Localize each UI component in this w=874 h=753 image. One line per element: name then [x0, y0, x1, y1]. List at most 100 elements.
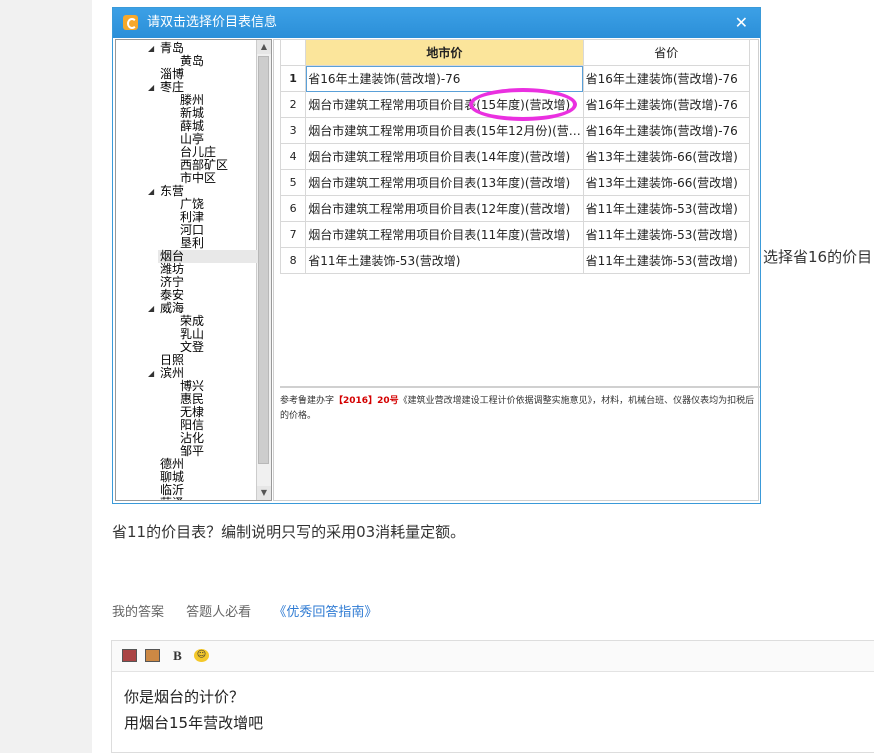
bold-button[interactable]: B	[170, 649, 185, 662]
table-row[interactable]: 5 烟台市建筑工程常用项目价目表(13年度)(营改增) 省13年土建装饰-66(营改…	[279, 169, 751, 196]
scroll-thumb[interactable]	[258, 56, 269, 464]
row-number: 1	[279, 65, 307, 92]
local-price-cell[interactable]: 省11年土建装饰-53(营改增)	[305, 247, 584, 274]
local-price-cell[interactable]: 烟台市建筑工程常用项目价目表(14年度)(营改增)	[305, 143, 584, 170]
tree-item-label: 垦利	[180, 236, 205, 250]
side-question-text: 选择省16的价目	[763, 248, 873, 266]
row-number: 7	[279, 221, 307, 248]
province-price-cell[interactable]: 省16年土建装饰(营改增)-76	[582, 65, 751, 92]
answer-editor[interactable]: B ☺ 你是烟台的计价？ 用烟台15年营改增吧	[111, 640, 874, 753]
answer-nav: 我的答案 答题人必看 《优秀回答指南》	[112, 601, 395, 620]
expand-arrow-icon[interactable]: ◢	[148, 367, 154, 380]
editor-line: 你是烟台的计价？	[124, 688, 245, 706]
header-province-price[interactable]: 省价	[582, 39, 751, 66]
row-number: 4	[279, 143, 307, 170]
answer-guide-link[interactable]: 《优秀回答指南》	[273, 605, 377, 620]
tree-item-label: 沾化	[180, 431, 205, 445]
tree-item-label: 泰安	[160, 288, 185, 302]
tree-item-label: 惠民	[180, 392, 205, 406]
region-tree[interactable]: ▲ ▼ ◢ 青岛 黄岛 淄博 ◢ 枣庄 滕州 新城 薛城 山亭 台儿庄 西部矿区 市中区 ◢ 东营 广饶 利津河…	[115, 39, 272, 501]
row-number: 8	[279, 247, 307, 274]
tree-item-label: 新城	[180, 106, 205, 120]
expand-arrow-icon[interactable]: ◢	[148, 81, 154, 94]
scroll-down-icon[interactable]: ▼	[257, 486, 271, 500]
table-row[interactable]: 6 烟台市建筑工程常用项目价目表(12年度)(营改增) 省11年土建装饰-53(营改…	[279, 195, 751, 222]
table-row[interactable]: 4 烟台市建筑工程常用项目价目表(14年度)(营改增) 省13年土建装饰-66(营改…	[279, 143, 751, 170]
emoji-icon[interactable]: ☺	[194, 649, 209, 662]
question-text: 省11的价目表？编制说明只写的采用03消耗量定额。	[112, 523, 466, 541]
tree-scrollbar[interactable]: ▲ ▼	[256, 40, 271, 500]
editor-content[interactable]: 你是烟台的计价？ 用烟台15年营改增吧	[112, 672, 874, 748]
annotation-circle	[469, 88, 577, 121]
tree-item-label: 台儿庄	[180, 145, 217, 159]
editor-line: 用烟台15年营改增吧	[124, 714, 264, 732]
table-row[interactable]: 8 省11年土建装饰-53(营改增) 省11年土建装饰-53(营改增)	[279, 247, 751, 274]
tree-item-label: 山亭	[180, 132, 205, 146]
tree-item[interactable]: 市中区	[180, 172, 216, 185]
insert-image-icon[interactable]	[122, 649, 137, 662]
tree-item-label: 滨州	[160, 366, 185, 380]
tree-item-label: 荣成	[180, 314, 205, 328]
my-answer-label: 我的答案	[112, 605, 165, 620]
tree-item-label: 河口	[180, 223, 205, 237]
tree-item-label: 文登	[180, 340, 205, 354]
tree-item-label: 聊城	[160, 470, 185, 484]
tree-item-label: 乳山	[180, 327, 205, 341]
price-list-grid: 地市价 省价 1 省16年土建装饰(营改增)-76 省16年土建装饰(营改增)-76…	[279, 39, 751, 274]
province-price-cell[interactable]: 省13年土建装饰-66(营改增)	[582, 169, 751, 196]
tree-item-label: 威海	[160, 301, 185, 315]
tree-item-label: 阳信	[180, 418, 205, 432]
local-price-cell[interactable]: 烟台市建筑工程常用项目价目表(11年度)(营改增)	[305, 221, 584, 248]
province-price-cell[interactable]: 省16年土建装饰(营改增)-76	[582, 117, 751, 144]
tree-item-label: 临沂	[160, 483, 185, 497]
province-price-cell[interactable]: 省16年土建装饰(营改增)-76	[582, 91, 751, 118]
local-price-cell[interactable]: 烟台市建筑工程常用项目价目表(12年度)(营改增)	[305, 195, 584, 222]
table-row[interactable]: 7 烟台市建筑工程常用项目价目表(11年度)(营改增) 省11年土建装饰-53(营改…	[279, 221, 751, 248]
tree-item-label: 东营	[160, 184, 185, 198]
province-price-cell[interactable]: 省13年土建装饰-66(营改增)	[582, 143, 751, 170]
tree-item-label: 济宁	[160, 275, 185, 289]
tree-item-label: 日照	[160, 353, 185, 367]
local-price-cell[interactable]: 烟台市建筑工程常用项目价目表(15年12月份)(营…	[305, 117, 584, 144]
tree-item-label: 黄岛	[180, 54, 205, 68]
expand-arrow-icon[interactable]: ◢	[148, 185, 154, 198]
price-list-dialog: 请双击选择价目表信息 ✕ ▲ ▼ ◢ 青岛 黄岛 淄博 ◢ 枣庄 滕州 新城 薛城 山亭 台儿庄 西部…	[112, 7, 761, 504]
note-text: 参考鲁建办字【2016】20号《建筑业营改增建设工程计价依据调整实施意见》，材料…	[280, 386, 760, 424]
header-local-price[interactable]: 地市价	[305, 39, 584, 66]
expand-arrow-icon[interactable]: ◢	[148, 302, 154, 315]
tree-item-label: 菏泽	[160, 496, 184, 501]
tree-item-label: 西部矿区	[180, 158, 229, 172]
close-icon[interactable]: ✕	[735, 8, 748, 38]
province-price-cell[interactable]: 省11年土建装饰-53(营改增)	[582, 195, 751, 222]
tree-item-label: 无棣	[180, 405, 205, 419]
row-number: 6	[279, 195, 307, 222]
tree-item[interactable]: 菏泽	[160, 497, 184, 501]
expand-arrow-icon[interactable]: ◢	[148, 42, 154, 55]
local-price-cell[interactable]: 烟台市建筑工程常用项目价目表(13年度)(营改增)	[305, 169, 584, 196]
note-highlight: 【2016】20号	[334, 396, 399, 406]
editor-toolbar: B ☺	[112, 641, 874, 672]
tree-item-label: 枣庄	[160, 80, 185, 94]
tree-item-label: 博兴	[180, 379, 205, 393]
tree-item-label: 淄博	[160, 67, 185, 81]
row-number: 2	[279, 91, 307, 118]
must-read-label: 答题人必看	[186, 605, 252, 620]
tree-item-label: 邹平	[180, 444, 205, 458]
app-icon	[123, 15, 138, 30]
insert-picture-icon[interactable]	[145, 649, 160, 662]
tree-item-label: 德州	[160, 457, 185, 471]
note-prefix: 参考鲁建办字	[280, 396, 335, 406]
scroll-up-icon[interactable]: ▲	[257, 40, 271, 54]
tree-item-label: 滕州	[180, 93, 205, 107]
tree-item-label: 潍坊	[160, 262, 185, 276]
header-num	[279, 39, 307, 66]
row-number: 3	[279, 117, 307, 144]
local-price-cell[interactable]: 省16年土建装饰(营改增)-76	[305, 65, 584, 92]
province-price-cell[interactable]: 省11年土建装饰-53(营改增)	[582, 221, 751, 248]
dialog-title-bar: 请双击选择价目表信息 ✕	[113, 8, 760, 38]
table-row[interactable]: 3 烟台市建筑工程常用项目价目表(15年12月份)(营… 省16年土建装饰(营改增)…	[279, 117, 751, 144]
dialog-title: 请双击选择价目表信息	[147, 15, 278, 30]
province-price-cell[interactable]: 省11年土建装饰-53(营改增)	[582, 247, 751, 274]
row-number: 5	[279, 169, 307, 196]
tree-item-label: 广饶	[180, 197, 205, 211]
